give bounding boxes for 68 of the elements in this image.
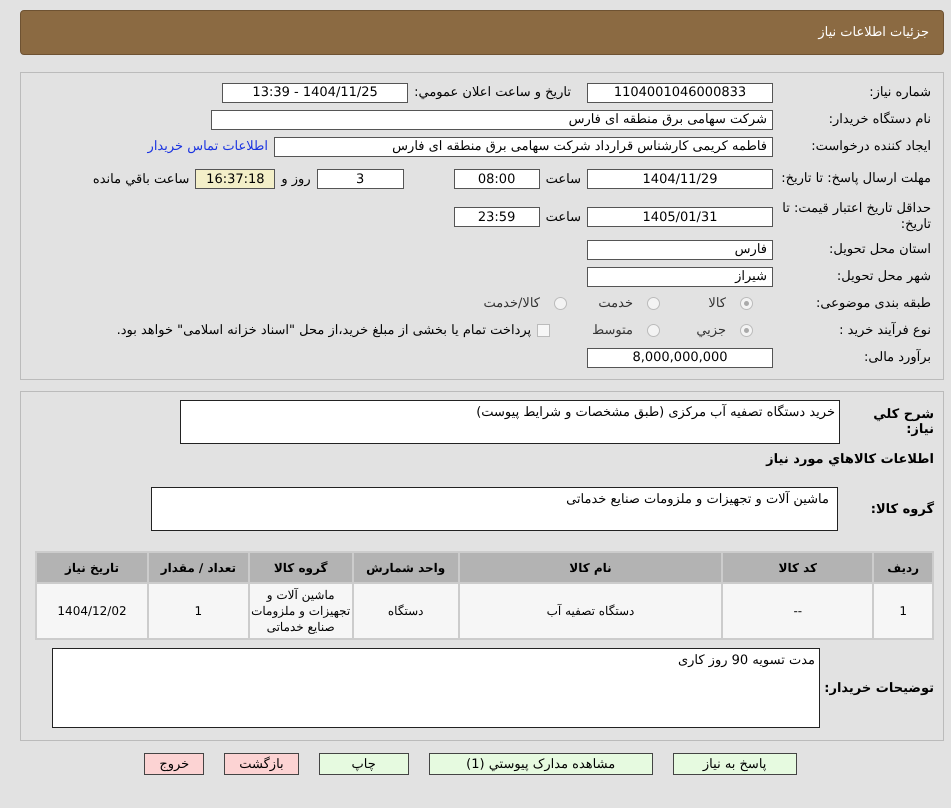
creator-field: فاطمه کریمی کارشناس قرارداد شرکت سهامی برق منطقه ای فارس (274, 136, 773, 156)
action-button[interactable]: خروج (144, 753, 204, 775)
radio-button[interactable] (554, 297, 567, 310)
radio-label: کالا/خدمت (483, 296, 540, 311)
validity-date-field: 1405/01/31 (587, 207, 773, 227)
column-header: تاریخ نیاز (37, 553, 148, 582)
province-field: فارس (587, 240, 773, 260)
column-header: گروه کالا (250, 553, 352, 582)
field-label: توضیحات خریدار: (824, 680, 934, 696)
action-button[interactable]: چاپ (318, 753, 409, 775)
buyer-field: شرکت سهامی برق منطقه ای فارس (211, 110, 773, 130)
table-cell: دستگاه (354, 584, 458, 638)
field-label: شرح كلي نياز: (872, 407, 934, 437)
field-label: طبقه بندی موضوعی: (814, 296, 932, 311)
days-field: 3 (316, 169, 404, 189)
need-number-field: 1104001046000833 (587, 82, 773, 102)
goods-group-textarea[interactable]: ماشین آلات و تجهیزات و ملزومات صنایع خدماتی (151, 487, 838, 531)
field-label: نام دستگاه خریدار: (828, 112, 932, 127)
announce-date-field: 1404/11/25 - 13:39 (222, 82, 408, 102)
table-cell: 1404/12/02 (37, 584, 148, 638)
column-header: تعداد / مقدار (149, 553, 248, 582)
checkbox[interactable] (537, 324, 550, 337)
deadline-time-field: 08:00 (454, 169, 540, 189)
radio-label: خدمت (597, 296, 633, 311)
radio-label: متوسط (592, 323, 633, 338)
column-header: نام کالا (460, 553, 722, 582)
table-cell: دستگاه تصفیه آب (460, 584, 722, 638)
page-title: جزئیات اطلاعات نیاز (818, 25, 929, 40)
validity-time-field: 23:59 (454, 207, 540, 227)
radio-label: جزيي (695, 323, 726, 338)
section-heading: اطلاعات كالاهاي مورد نياز (764, 452, 934, 467)
field-label: برآورد مالی: (863, 350, 932, 365)
column-header: واحد شمارش (354, 553, 458, 582)
field-label: گروه کالا: (870, 502, 934, 516)
payment-note: پرداخت تمام یا بخشی از مبلغ خرید،از محل "اسناد خزانه اسلامی" خواهد بود. (116, 323, 532, 338)
field-label: روز و (281, 172, 311, 186)
table-cell: 1 (874, 584, 932, 638)
table-cell: 1 (149, 584, 248, 638)
action-button[interactable]: مشاهده مدارک پیوستي (1) (428, 753, 653, 775)
field-label: ساعت (546, 210, 581, 224)
buyer-contact-link[interactable]: اطلاعات تماس خریدار (148, 139, 268, 154)
field-label: تاريخ و ساعت اعلان عمومي: (414, 85, 571, 100)
radio-button[interactable] (647, 297, 660, 310)
column-header: ردیف (874, 553, 932, 582)
field-label: شهر محل تحویل: (836, 269, 932, 284)
deadline-date-field: 1404/11/29 (587, 169, 773, 189)
field-label: ساعت (546, 172, 581, 186)
field-label: ساعت باقي مانده (92, 172, 190, 186)
field-label: ایجاد کننده درخواست: (810, 139, 932, 154)
radio-button[interactable] (740, 297, 753, 310)
column-header: کد کالا (723, 553, 872, 582)
remaining-time-field: 16:37:18 (195, 169, 276, 189)
radio-button[interactable] (740, 324, 753, 337)
field-label: نوع فرآیند خرید : (838, 323, 932, 338)
field-label: مهلت ارسال پاسخ: تا تاریخ: (780, 171, 932, 187)
field-label: استان محل تحویل: (828, 242, 932, 257)
action-button[interactable]: پاسخ به نیاز (672, 753, 797, 775)
radio-label: کالا (707, 296, 726, 311)
table-cell: -- (723, 584, 872, 638)
city-field: شیراز (587, 266, 773, 286)
buyer-notes-textarea[interactable]: مدت تسویه 90 روز کاری (52, 648, 820, 728)
field-label: حداقل تاریخ اعتبار قیمت: تا تاریخ: (781, 201, 932, 233)
budget-field: 8,000,000,000 (587, 348, 773, 368)
radio-button[interactable] (647, 324, 660, 337)
table-cell: ماشین آلات و تجهیزات و ملزومات صنایع خدماتی (250, 584, 352, 638)
description-textarea[interactable]: خرید دستگاه تصفیه آب مرکزی (طبق مشخصات و شرایط پیوست) (180, 400, 840, 444)
action-button[interactable]: بازگشت (224, 753, 299, 775)
field-label: شماره نیاز: (868, 85, 932, 100)
